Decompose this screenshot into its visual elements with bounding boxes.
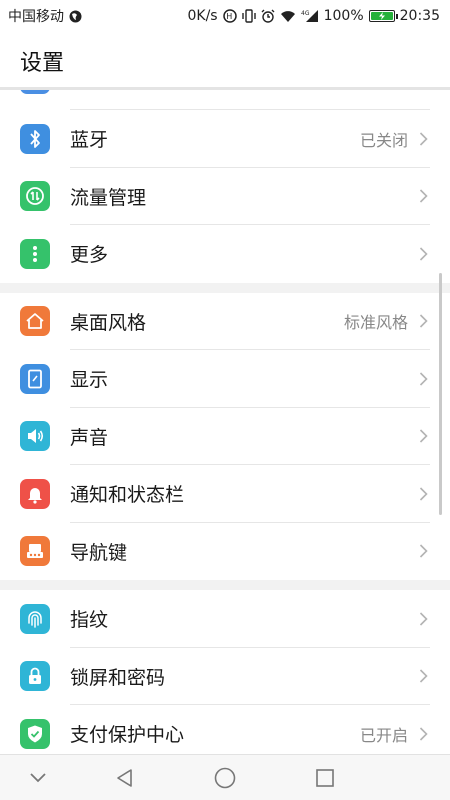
scrollbar[interactable] <box>439 273 442 515</box>
more-icon <box>20 238 50 269</box>
list-item-label: 更多 <box>70 244 109 267</box>
hd-call-icon: H <box>222 9 237 23</box>
settings-group-connectivity: 蓝牙 已关闭 流量管理 更多 <box>0 90 450 283</box>
list-item-label: 通知和状态栏 <box>70 484 185 507</box>
chevron-right-icon <box>419 314 428 328</box>
group-separator <box>0 580 450 590</box>
list-item-label: 显示 <box>70 369 109 392</box>
recents-square-icon <box>316 769 334 787</box>
svg-text:H: H <box>226 12 232 21</box>
display-icon <box>20 363 50 394</box>
list-item-label: 导航键 <box>70 541 128 564</box>
battery-percent: 100% <box>323 8 364 24</box>
shield-check-icon <box>20 718 50 749</box>
list-item-bluetooth[interactable]: 蓝牙 已关闭 <box>0 110 450 168</box>
home-icon <box>20 306 50 337</box>
recents-button[interactable] <box>295 755 355 800</box>
list-item-label: 指纹 <box>70 609 109 632</box>
alarm-icon <box>261 9 275 23</box>
data-usage-icon <box>20 181 50 212</box>
chevron-right-icon <box>419 372 428 386</box>
list-item-notifications[interactable]: 通知和状态栏 <box>0 465 450 523</box>
fingerprint-icon <box>20 603 50 634</box>
battery-icon <box>368 10 398 22</box>
back-triangle-icon <box>117 769 132 787</box>
navigation-keys-icon <box>20 536 50 567</box>
chevron-right-icon <box>419 429 428 443</box>
list-item-label: 支付保护中心 <box>70 724 185 747</box>
chevron-right-icon <box>419 189 428 203</box>
globe-icon <box>69 10 82 23</box>
list-item-fingerprint[interactable]: 指纹 <box>0 590 450 648</box>
sound-icon <box>20 421 50 452</box>
list-item-label: 桌面风格 <box>70 311 147 334</box>
list-item-data-usage[interactable]: 流量管理 <box>0 168 450 225</box>
list-item-payment-protection[interactable]: 支付保护中心 已开启 <box>0 705 450 754</box>
lock-icon <box>20 661 50 692</box>
home-circle-icon <box>214 767 236 789</box>
settings-group-display: 桌面风格 标准风格 显示 声音 通知和状态栏 导航键 <box>0 292 450 581</box>
list-item-navigation-keys[interactable]: 导航键 <box>0 523 450 581</box>
app-header: 设置 <box>0 32 450 89</box>
list-item-label: 蓝牙 <box>70 129 109 152</box>
back-button[interactable] <box>95 755 155 800</box>
chevron-right-icon <box>419 727 428 741</box>
list-item-home-style[interactable]: 桌面风格 标准风格 <box>0 293 450 350</box>
group-separator <box>0 282 450 293</box>
chevron-right-icon <box>419 612 428 626</box>
wifi-settings-icon <box>20 90 50 94</box>
signal-icon: 4G <box>301 9 319 23</box>
list-item-label: 流量管理 <box>70 186 147 209</box>
list-item-label: 声音 <box>70 426 109 449</box>
bluetooth-icon <box>20 123 50 154</box>
wifi-icon <box>280 10 296 23</box>
list-item-display[interactable]: 显示 <box>0 350 450 408</box>
partial-list-item[interactable] <box>0 90 450 110</box>
network-type: 4G <box>301 10 310 17</box>
list-item-more[interactable]: 更多 <box>0 225 450 283</box>
home-button[interactable] <box>195 755 255 800</box>
list-item-value: 已开启 <box>359 725 408 745</box>
list-item-value: 标准风格 <box>343 313 408 333</box>
carrier-name: 中国移动 <box>8 9 64 25</box>
list-item-sound[interactable]: 声音 <box>0 408 450 465</box>
settings-group-security: 指纹 锁屏和密码 支付保护中心 已开启 <box>0 590 450 754</box>
navigation-bar <box>0 754 450 800</box>
page-title: 设置 <box>20 50 65 76</box>
chevron-down-icon <box>30 773 46 783</box>
chevron-right-icon <box>419 487 428 501</box>
chevron-right-icon <box>419 544 428 558</box>
chevron-right-icon <box>419 247 428 261</box>
list-item-value: 已关闭 <box>359 130 408 150</box>
clock: 20:35 <box>399 8 440 24</box>
hide-nav-button[interactable] <box>8 755 68 800</box>
list-item-label: 锁屏和密码 <box>70 666 166 689</box>
vibrate-icon <box>241 9 256 23</box>
chevron-right-icon <box>419 132 428 146</box>
status-bar: 中国移动 0K/s H 4G 100% 20:35 <box>0 0 450 32</box>
chevron-right-icon <box>419 669 428 683</box>
bell-icon <box>20 478 50 509</box>
list-item-lock-screen[interactable]: 锁屏和密码 <box>0 648 450 705</box>
network-speed: 0K/s <box>187 8 218 24</box>
settings-list[interactable]: 蓝牙 已关闭 流量管理 更多 桌面风格 标准风格 显示 声音 通知和状态栏 导航… <box>0 90 450 754</box>
